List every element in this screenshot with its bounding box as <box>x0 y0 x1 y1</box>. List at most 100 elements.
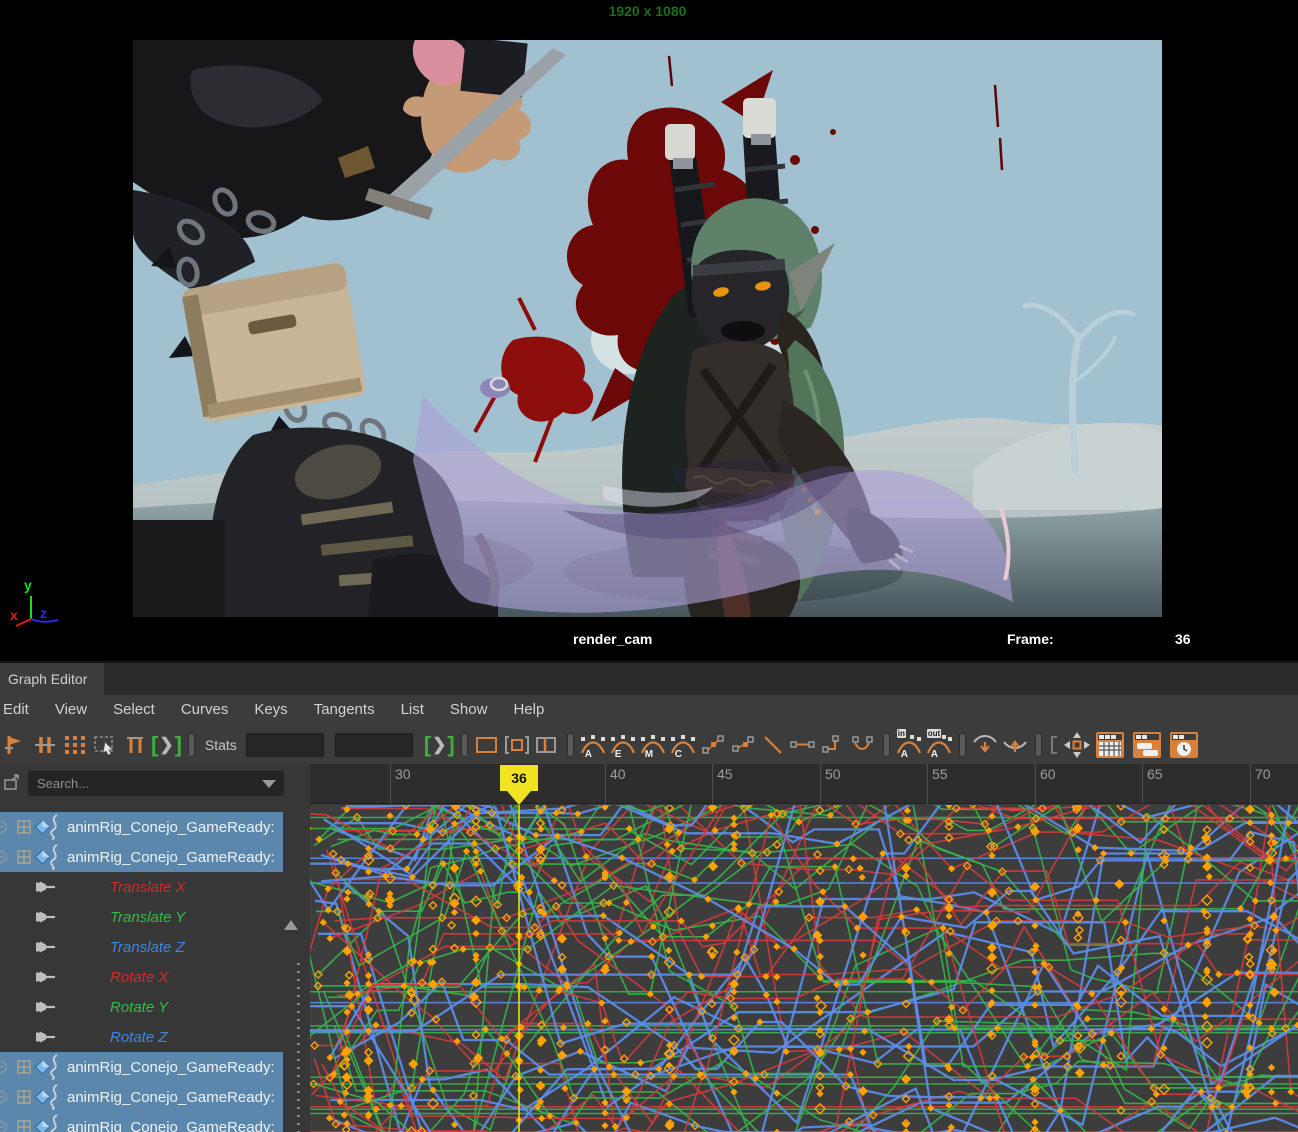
trax-editor-button[interactable] <box>1130 730 1164 760</box>
region-select-tool-icon[interactable] <box>91 730 118 760</box>
frame-playback-range-icon[interactable] <box>534 730 561 760</box>
slider-handle[interactable] <box>461 733 468 757</box>
curve-canvas[interactable] <box>310 805 1298 1132</box>
ruler-tick: 65 <box>1142 764 1143 804</box>
swap-buffer-curve-icon[interactable] <box>1002 730 1029 760</box>
pin-channel-icon[interactable] <box>35 969 57 986</box>
collapse-icon[interactable] <box>0 1120 8 1132</box>
menu-select[interactable]: Select <box>100 695 168 725</box>
pin-channel-icon[interactable] <box>35 1029 57 1046</box>
outliner-attr-row[interactable]: Rotate Y <box>0 992 283 1022</box>
auto-tangent-icon[interactable]: A <box>580 730 607 760</box>
step-tangent-icon[interactable] <box>820 730 847 760</box>
frame-selection-icon[interactable] <box>504 730 531 760</box>
collapse-icon[interactable] <box>0 1060 8 1074</box>
render-viewport[interactable] <box>133 40 1162 617</box>
flat-tangent-icon[interactable] <box>790 730 817 760</box>
outliner-attr-row[interactable]: Translate X <box>0 872 283 902</box>
expand-grid-icon[interactable] <box>17 850 31 864</box>
stat-value-field[interactable] <box>335 733 413 757</box>
slider-handle[interactable] <box>188 733 195 757</box>
pin-channel-icon[interactable] <box>35 909 57 926</box>
frame-hud-label: Frame: <box>1007 631 1054 647</box>
collapse-icon[interactable] <box>0 1090 8 1104</box>
dope-sheet-button[interactable] <box>1093 730 1127 760</box>
current-frame-marker[interactable]: 36 <box>500 765 538 791</box>
outliner-node-row[interactable]: animRig_Conejo_GameReady: <box>0 1052 283 1082</box>
clamped-tangent-icon[interactable] <box>730 730 757 760</box>
outliner-attr-row[interactable]: Rotate Z <box>0 1022 283 1052</box>
slider-handle[interactable] <box>1035 733 1042 757</box>
slider-handle[interactable] <box>959 733 966 757</box>
time-editor-button[interactable] <box>1167 730 1201 760</box>
bracket-glyph <box>1048 730 1060 760</box>
node-label: animRig_Conejo_GameReady: <box>67 1089 281 1106</box>
retime-tool-icon[interactable] <box>121 730 148 760</box>
expand-grid-icon[interactable] <box>17 1060 31 1074</box>
insert-key-tool-icon[interactable] <box>31 730 58 760</box>
menu-show[interactable]: Show <box>437 695 501 725</box>
expand-grid-icon[interactable] <box>17 1120 31 1132</box>
camera-name-label: render_cam <box>573 631 652 647</box>
menu-keys[interactable]: Keys <box>241 695 300 725</box>
slider-handle[interactable] <box>883 733 890 757</box>
expand-grid-icon[interactable] <box>17 820 31 834</box>
lattice-deform-keys-icon[interactable] <box>61 730 88 760</box>
auto-ease-tangent-icon[interactable]: E <box>610 730 637 760</box>
expand-grid-icon[interactable] <box>17 1090 31 1104</box>
menu-edit[interactable]: Edit <box>0 695 42 725</box>
node-label: animRig_Conejo_GameReady: <box>67 1059 281 1076</box>
pin-channel-icon[interactable] <box>35 939 57 956</box>
auto-custom-tangent-icon[interactable]: C <box>670 730 697 760</box>
scrollbar-up-arrow[interactable] <box>284 920 298 930</box>
outliner-node-row[interactable]: animRig_Conejo_GameReady: <box>0 1112 283 1132</box>
attr-label: Translate Z <box>110 939 185 956</box>
menu-curves[interactable]: Curves <box>168 695 242 725</box>
axis-z-label: z <box>40 605 47 621</box>
graph-editor-tab[interactable]: Graph Editor <box>0 663 104 695</box>
linear-tangent-icon[interactable] <box>760 730 787 760</box>
spline-tangent-icon[interactable] <box>700 730 727 760</box>
outliner-attr-row[interactable]: Rotate X <box>0 962 283 992</box>
node-label: animRig_Conejo_GameReady: <box>67 849 281 866</box>
in-tangent-auto-icon[interactable]: in A <box>896 730 923 760</box>
move-key-tool-icon[interactable] <box>1 730 28 760</box>
menu-tangents[interactable]: Tangents <box>301 695 388 725</box>
collapse-icon[interactable] <box>0 850 8 864</box>
maya-window: 1920 x 1080 <box>0 0 1298 1132</box>
axis-gizmo: y x z <box>4 574 66 632</box>
stats-label: Stats <box>205 737 237 753</box>
pan-view-icon[interactable] <box>1063 730 1090 760</box>
search-input[interactable] <box>28 771 284 796</box>
stat-time-field[interactable] <box>246 733 324 757</box>
pin-selection-icon[interactable] <box>2 773 22 793</box>
auto-mix-tangent-icon[interactable]: M <box>640 730 667 760</box>
menu-help[interactable]: Help <box>500 695 557 725</box>
menu-list[interactable]: List <box>388 695 437 725</box>
slider-handle[interactable] <box>567 733 574 757</box>
outliner-attr-row[interactable]: Translate Y <box>0 902 283 932</box>
graph-editor-menu-bar: Edit View Select Curves Keys Tangents Li… <box>0 695 1298 725</box>
curve-graph-area: 304045505560657036 <box>310 764 1298 1132</box>
pin-channel-icon[interactable] <box>35 879 57 896</box>
plateau-tangent-icon[interactable] <box>850 730 877 760</box>
menu-view[interactable]: View <box>42 695 100 725</box>
attr-label: Rotate X <box>110 969 168 986</box>
frame-hud-value: 36 <box>1175 631 1191 647</box>
attr-label: Rotate Y <box>110 999 168 1016</box>
time-ruler[interactable]: 304045505560657036 <box>310 764 1298 804</box>
pin-channel-icon[interactable] <box>35 999 57 1016</box>
isolate-curve-toggle-icon[interactable]: [❯] <box>424 734 455 756</box>
frame-all-icon[interactable] <box>474 730 501 760</box>
outliner-attr-row[interactable]: Translate Z <box>0 932 283 962</box>
buffer-curve-snapshot-icon[interactable] <box>972 730 999 760</box>
axis-y-label: y <box>24 577 32 593</box>
panel-resize-handle[interactable] <box>297 963 300 1132</box>
outliner-node-row[interactable]: animRig_Conejo_GameReady: <box>0 842 283 872</box>
normalize-curve-toggle-icon[interactable]: [❯] <box>151 734 182 756</box>
outliner-node-row[interactable]: animRig_Conejo_GameReady: <box>0 1082 283 1112</box>
resolution-label: 1920 x 1080 <box>609 3 687 19</box>
outliner-node-row[interactable]: animRig_Conejo_GameReady: <box>0 812 283 842</box>
out-tangent-auto-icon[interactable]: out A <box>926 730 953 760</box>
collapse-icon[interactable] <box>0 820 8 834</box>
